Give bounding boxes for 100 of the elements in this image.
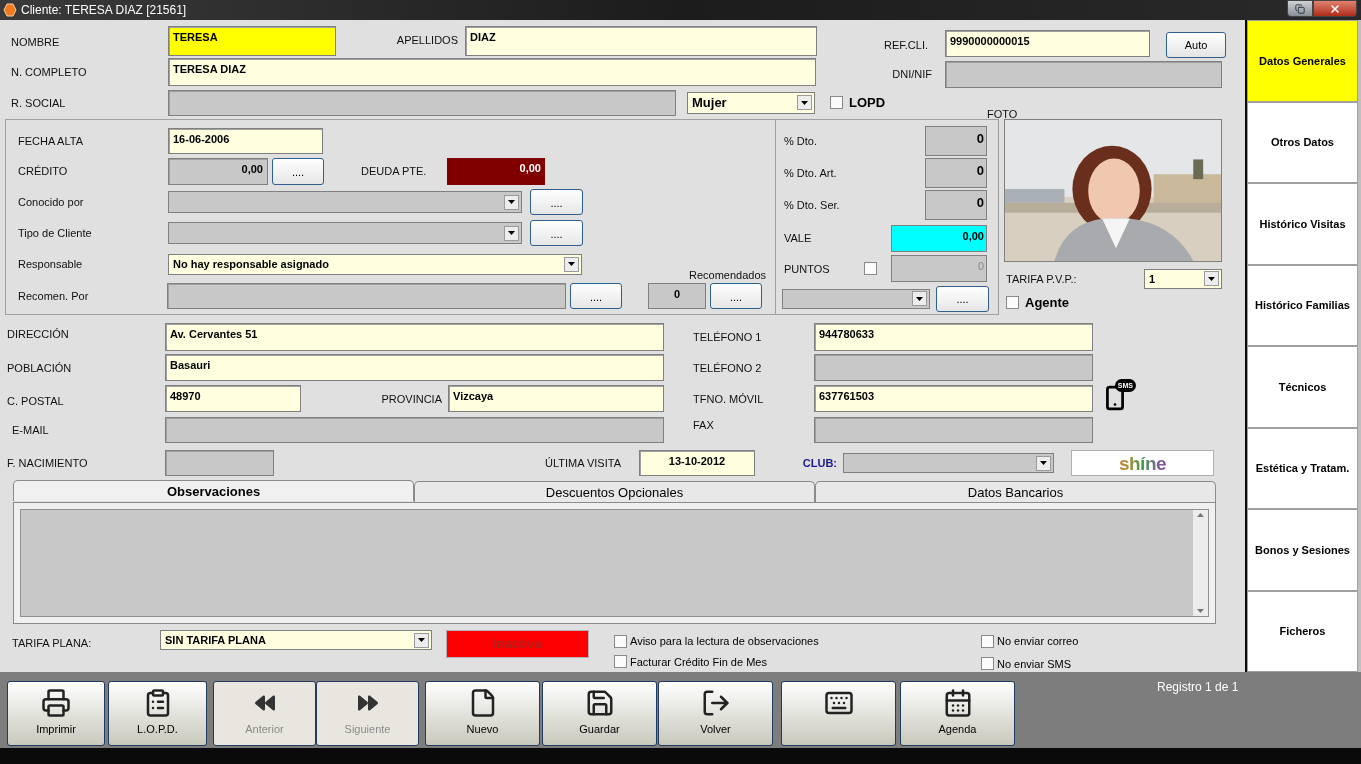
field-label: TARIFA P.V.P.: [1006,271,1077,287]
sidebar-item[interactable]: Técnicos [1247,346,1358,428]
sidebar-item[interactable]: Histórico Familias [1247,264,1358,346]
discount-field[interactable]: 0 [925,125,987,156]
field-label: % Dto. [784,133,818,149]
text-field[interactable]: Basauri [165,354,664,382]
dropdown[interactable]: SIN TARIFA PLANA [160,630,432,650]
dropdown-arrow-icon [1208,276,1215,281]
text-field[interactable]: Vizcaya [448,385,664,413]
toolbar-button[interactable]: L.O.P.D. [108,681,207,746]
checkbox[interactable] [614,655,627,669]
field-label: R. SOCIAL [11,95,67,111]
checkbox[interactable] [614,634,627,648]
field-label: % Dto. Art. [784,165,838,181]
field-label: FOTO [987,107,1018,123]
text-field[interactable]: Av. Cervantes 51 [165,322,664,351]
field-label: POBLACIÓN [7,360,73,376]
field-label: Recomen. Por [18,289,90,305]
scrollbar[interactable] [1193,510,1208,616]
tab[interactable]: Datos Bancarios [815,481,1216,503]
discount-field[interactable]: 0 [925,157,987,188]
text-field[interactable]: 13-10-2012 [639,450,755,477]
field-label: ÚLTIMA VISITA [544,456,622,472]
count-field: 0 [648,283,706,310]
tab[interactable]: Observaciones [13,480,414,502]
restore-button[interactable] [1287,0,1313,17]
checkbox[interactable] [1006,296,1019,310]
checkbox[interactable] [981,657,994,671]
discount-field[interactable]: 0 [925,189,987,220]
field-label: TELÉFONO 2 [692,360,763,376]
field-label: REF.CLI. [883,38,929,53]
field-label: DEUDA PTE. [360,164,428,180]
sidebar-item[interactable]: Bonos y Sesiones [1247,509,1358,591]
sidebar-item[interactable]: Datos Generales [1247,20,1358,102]
field-label: PUNTOS [784,261,831,277]
field-label: E-MAIL [11,422,50,438]
dropdown-arrow-icon [508,200,515,205]
scroll-down-icon [1197,609,1204,613]
checkbox-label: Aviso para la lectura de observaciones [630,634,819,649]
toolbar-button[interactable]: Agenda [900,681,1015,746]
toolbar-button[interactable]: Nuevo [425,681,540,746]
checkbox-label: LOPD [849,94,886,113]
sidebar-item[interactable]: Otros Datos [1247,101,1358,183]
sidebar-item[interactable]: Estética y Tratam. [1247,427,1358,509]
auto-button[interactable]: Auto [1166,32,1226,58]
sidebar-item[interactable]: Ficheros [1247,590,1358,672]
text-field[interactable]: 16-06-2006 [168,127,323,154]
field-label: Conocido por [18,195,85,211]
text-field[interactable]: 48970 [165,385,301,413]
dropdown-arrow-icon [418,638,425,642]
dropdown-arrow-icon [1040,461,1047,466]
toolbar-button[interactable] [781,681,896,746]
sidebar-item[interactable]: Histórico Visitas [1247,183,1358,265]
toolbar-button[interactable]: Guardar [542,681,657,746]
rewind-icon [254,693,275,713]
status-badge: Inactiva [446,630,589,658]
text-field[interactable]: TERESA DIAZ [168,58,816,86]
dropdown[interactable]: 1 [1144,268,1222,289]
text-field[interactable]: 944780633 [814,322,1093,351]
text-field[interactable]: DIAZ [465,26,817,56]
dropdown[interactable]: No hay responsable asignado [168,253,582,275]
gender-dropdown[interactable]: Mujer [687,91,815,114]
field-label: Tipo de Cliente [18,226,93,242]
debt-field: 0,00 [447,157,545,185]
voucher-field[interactable]: 0,00 [891,224,987,252]
browse-button[interactable]: .... [710,283,762,310]
field-label: TARIFA PLANA: [12,636,93,651]
field-label: FECHA ALTA [18,133,84,149]
field-label: F. NACIMIENTO [7,456,89,472]
dropdown-arrow-icon [916,296,923,301]
dropdown-arrow-icon [508,231,515,236]
field-label: % Dto. Ser. [784,197,841,213]
field-label: DIRECCIÓN [7,327,70,343]
dropdown[interactable] [782,288,930,309]
dropdown-arrow-icon [568,262,575,267]
checkbox[interactable] [981,634,994,648]
dropdown-arrow-icon [801,100,808,105]
text-field[interactable]: 637761503 [814,385,1093,413]
field-label: VALE [784,231,813,247]
close-icon [1329,2,1341,15]
checkbox-label: Agente [1025,293,1070,312]
text-field[interactable]: 9990000000015 [945,30,1150,57]
toolbar-button[interactable]: Volver [658,681,773,746]
printer-icon [41,688,71,718]
field-label: TFNO. MÓVIL [692,391,765,407]
field-label: NOMBRE [11,35,61,50]
tab[interactable]: Descuentos Opcionales [414,481,815,503]
field-label: PROVINCIA [380,391,443,407]
field-label: APELLIDOS [395,33,459,48]
close-button[interactable] [1313,0,1357,17]
checkbox[interactable] [830,96,843,110]
field-label: TELÉFONO 1 [692,329,763,345]
field-label: CLUB: [801,456,838,472]
field-label: C. POSTAL [7,393,65,409]
calendar-icon [942,688,973,718]
field-label: CRÉDITO [18,164,69,180]
checkbox-label: No enviar SMS [997,656,1071,672]
toolbar-button[interactable]: Imprimir [7,681,105,746]
text-field[interactable]: TERESA [168,26,336,56]
field-label: Responsable [18,257,84,273]
